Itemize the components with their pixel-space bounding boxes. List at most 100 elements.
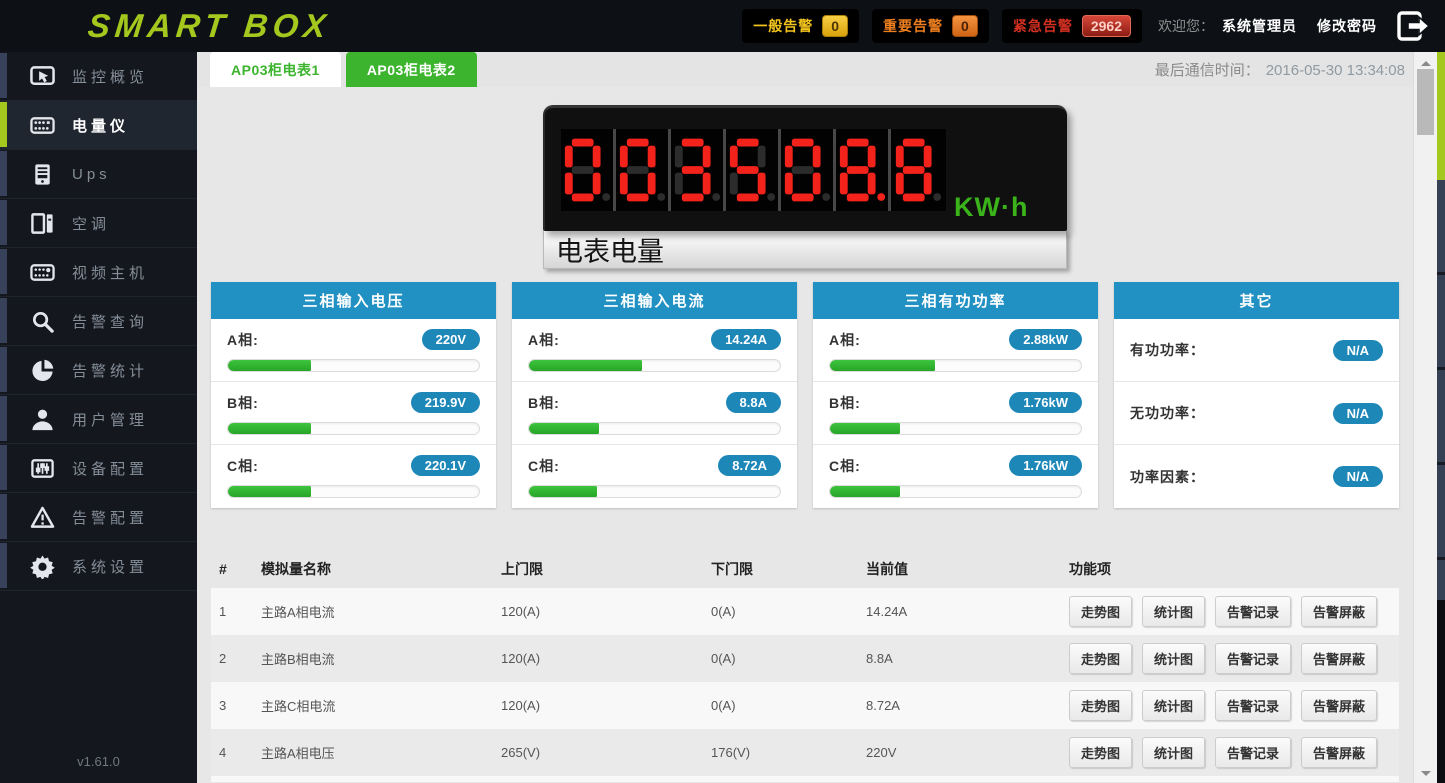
phase-row: B相: 219.9V (211, 382, 496, 445)
meter-label: 电表电量 (543, 231, 1067, 269)
metric-row: 功率因素： N/A (1114, 445, 1399, 508)
sidebar-item-monitor-overview[interactable]: 监控概览 (0, 52, 197, 101)
value-badge: N/A (1333, 340, 1383, 361)
alarm-label: 一般告警 (753, 16, 813, 36)
alarm-mask-button[interactable]: 告警屏蔽 (1301, 690, 1377, 721)
alarm-count-badge: 2962 (1082, 15, 1131, 37)
card-current: 三相输入电流 A相: 14.24A B相: 8.8A C相: 8.72A (512, 282, 797, 508)
alarm-record-button[interactable]: 告警记录 (1215, 737, 1291, 768)
stats-chart-button[interactable]: 统计图 (1142, 596, 1205, 627)
alarm-record-button[interactable]: 告警记录 (1215, 690, 1291, 721)
gauge-track (829, 485, 1082, 498)
alarm-indicator-important[interactable]: 重要告警 0 (872, 9, 989, 43)
air-conditioner-icon (30, 211, 55, 236)
card-title: 三相输入电压 (211, 282, 496, 319)
gauge-track (227, 485, 480, 498)
card-title: 三相输入电流 (512, 282, 797, 319)
scrollbar-down-arrow[interactable] (1414, 766, 1437, 780)
change-password-link[interactable]: 修改密码 (1317, 16, 1377, 36)
gauge-fill (830, 486, 900, 497)
alarm-indicator-general[interactable]: 一般告警 0 (742, 9, 859, 43)
alarm-record-button[interactable]: 告警记录 (1215, 643, 1291, 674)
value-badge: 8.8A (726, 392, 781, 413)
active-indicator-strip (0, 543, 7, 588)
value-badge: 1.76kW (1009, 455, 1082, 476)
cell-index: 2 (219, 651, 261, 666)
sidebar-item-alarm-statistics[interactable]: 告警统计 (0, 346, 197, 395)
meter-digit (671, 129, 726, 211)
scrollbar-up-arrow[interactable] (1414, 55, 1437, 69)
alarm-mask-button[interactable]: 告警屏蔽 (1301, 596, 1377, 627)
cell-actions: 走势图统计图告警记录告警屏蔽 (1069, 596, 1391, 627)
cell-name: 主路A相电压 (261, 743, 501, 762)
sidebar-item-user-management[interactable]: 用户管理 (0, 395, 197, 444)
active-indicator-strip (0, 53, 7, 98)
alarm-mask-button[interactable]: 告警屏蔽 (1301, 643, 1377, 674)
alarm-mask-button[interactable]: 告警屏蔽 (1301, 737, 1377, 768)
logout-icon (1397, 11, 1431, 41)
value-badge: 220V (422, 329, 480, 350)
cell-lower-limit: 0(A) (711, 651, 866, 666)
tab-meter2[interactable]: AP03柜电表2 (346, 52, 477, 87)
sidebar-item-label: 用户管理 (72, 409, 148, 430)
meter-digits (561, 129, 946, 211)
alarm-label: 重要告警 (883, 16, 943, 36)
trend-chart-button[interactable]: 走势图 (1069, 643, 1132, 674)
sidebar-item-label: 监控概览 (72, 66, 148, 87)
cell-lower-limit: 0(A) (711, 604, 866, 619)
warning-triangle-icon (30, 505, 55, 530)
logout-button[interactable] (1397, 10, 1431, 42)
column-header: 下门限 (711, 559, 866, 579)
meter-digit (616, 129, 671, 211)
app-logo: SMART BOX (86, 7, 332, 45)
tab-meter1[interactable]: AP03柜电表1 (210, 52, 341, 87)
table-row: 1 主路A相电流 120(A) 0(A) 14.24A 走势图统计图告警记录告警… (211, 588, 1399, 635)
alarm-indicator-critical[interactable]: 紧急告警 2962 (1002, 9, 1142, 43)
cell-index: 1 (219, 604, 261, 619)
sidebar-item-video-host[interactable]: 视频主机 (0, 248, 197, 297)
gauge-track (528, 359, 781, 372)
active-indicator-strip (0, 347, 7, 392)
cell-current-value: 8.72A (866, 698, 1069, 713)
table-row-partial (211, 776, 1399, 782)
cell-current-value: 14.24A (866, 604, 1069, 619)
last-comm-label: 最后通信时间： (1155, 62, 1260, 79)
monitor-overview-icon (30, 64, 55, 89)
trend-chart-button[interactable]: 走势图 (1069, 596, 1132, 627)
value-badge: 220.1V (411, 455, 480, 476)
stats-chart-button[interactable]: 统计图 (1142, 643, 1205, 674)
alarm-summary-group: 一般告警 0 重要告警 0 紧急告警 2962 (742, 9, 1142, 43)
column-header: 功能项 (1069, 559, 1391, 579)
stats-chart-button[interactable]: 统计图 (1142, 737, 1205, 768)
table-header: #模拟量名称上门限下门限当前值功能项 (211, 550, 1399, 588)
active-indicator-strip (0, 445, 7, 490)
column-header: 上门限 (501, 559, 711, 579)
metric-row: 有功功率： N/A (1114, 319, 1399, 382)
scrollbar-thumb[interactable] (1417, 69, 1434, 135)
card-voltage: 三相输入电压 A相: 220V B相: 219.9V C相: 220.1V (211, 282, 496, 508)
sidebar-item-ups[interactable]: Ups (0, 150, 197, 199)
sidebar-item-label: Ups (72, 166, 111, 183)
alarm-record-button[interactable]: 告警记录 (1215, 596, 1291, 627)
cell-lower-limit: 0(A) (711, 698, 866, 713)
vertical-scrollbar[interactable] (1413, 52, 1437, 783)
app-body: 监控概览 电量仪 Ups 空调 视频主机 告警查询 告警统计 用户管理 设备配置… (0, 52, 1445, 783)
sidebar-item-power-meter[interactable]: 电量仪 (0, 101, 197, 150)
gauge-fill (529, 423, 599, 434)
sidebar-item-label: 空调 (72, 213, 110, 234)
smartbox-app: SMART BOX 一般告警 0 重要告警 0 紧急告警 2962 欢迎您： 系… (0, 0, 1445, 783)
value-badge: 8.72A (718, 455, 781, 476)
sidebar-item-alarm-query[interactable]: 告警查询 (0, 297, 197, 346)
cell-name: 主路A相电流 (261, 602, 501, 621)
content-area: KW·h 电表电量 三相输入电压 A相: 220V B相: 219.9V C相: (197, 87, 1413, 783)
phase-label: A相: (528, 330, 560, 350)
active-indicator-strip (0, 494, 7, 539)
trend-chart-button[interactable]: 走势图 (1069, 737, 1132, 768)
sidebar-item-air-conditioner[interactable]: 空调 (0, 199, 197, 248)
sidebar-item-device-config[interactable]: 设备配置 (0, 444, 197, 493)
trend-chart-button[interactable]: 走势图 (1069, 690, 1132, 721)
sidebar-item-alarm-config[interactable]: 告警配置 (0, 493, 197, 542)
phase-row: C相: 220.1V (211, 445, 496, 508)
sidebar-item-system-settings[interactable]: 系统设置 (0, 542, 197, 591)
stats-chart-button[interactable]: 统计图 (1142, 690, 1205, 721)
